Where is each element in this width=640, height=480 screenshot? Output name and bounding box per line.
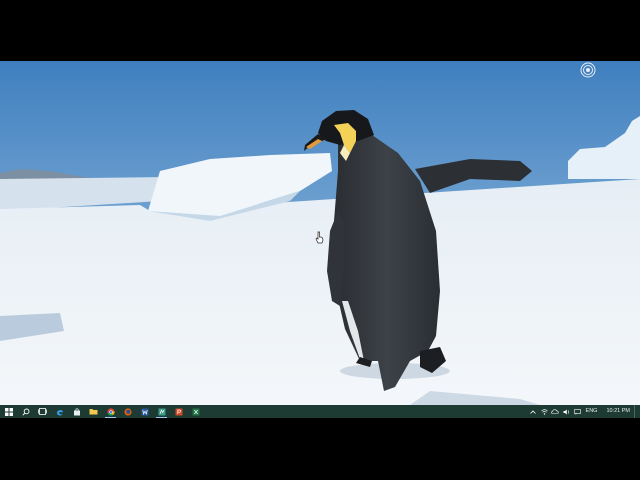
- task-view-icon: [38, 408, 47, 415]
- powerpoint-button[interactable]: [170, 405, 187, 418]
- folder-icon: [89, 409, 98, 415]
- show-hidden-icons-button[interactable]: [528, 405, 539, 418]
- letterbox-top: [0, 0, 640, 61]
- volume-tray-button[interactable]: [561, 405, 572, 418]
- sway-icon: [158, 408, 165, 415]
- excel-icon: [192, 408, 199, 415]
- chrome-icon: [106, 407, 115, 416]
- taskbar: ENG 10:21 PM: [0, 405, 640, 418]
- speaker-icon: [563, 409, 569, 414]
- taskbar-clock[interactable]: 10:21 PM: [600, 405, 634, 418]
- store-bag-icon: [73, 407, 80, 415]
- search-button[interactable]: [17, 405, 34, 418]
- show-desktop-button[interactable]: [634, 405, 638, 418]
- onedrive-cloud-icon: [551, 409, 559, 414]
- cloud-tray-button[interactable]: [550, 405, 561, 418]
- sway-button[interactable]: [153, 405, 170, 418]
- mouse-pointer-hand-icon: [315, 231, 324, 244]
- action-center-button[interactable]: [572, 405, 583, 418]
- search-icon: [21, 408, 29, 416]
- language-indicator[interactable]: ENG: [583, 405, 601, 418]
- start-button[interactable]: [0, 405, 17, 418]
- word-icon: [141, 408, 148, 415]
- radial-rings-icon: [580, 62, 596, 78]
- firefox-icon: [123, 407, 132, 416]
- powerpoint-icon: [175, 408, 182, 415]
- word-button[interactable]: [136, 405, 153, 418]
- network-tray-button[interactable]: [539, 405, 550, 418]
- notification-icon: [573, 408, 581, 415]
- chevron-up-icon: [530, 409, 536, 414]
- windows-logo-icon: [4, 407, 13, 416]
- wifi-icon: [540, 408, 548, 415]
- file-explorer-button[interactable]: [85, 405, 102, 418]
- firefox-button[interactable]: [119, 405, 136, 418]
- edge-button[interactable]: [51, 405, 68, 418]
- store-button[interactable]: [68, 405, 85, 418]
- task-view-button[interactable]: [34, 405, 51, 418]
- excel-button[interactable]: [187, 405, 204, 418]
- chrome-button[interactable]: [102, 405, 119, 418]
- desktop-screen: ENG 10:21 PM: [0, 61, 640, 418]
- letterbox-bottom: [0, 418, 640, 480]
- edge-icon: [56, 409, 63, 415]
